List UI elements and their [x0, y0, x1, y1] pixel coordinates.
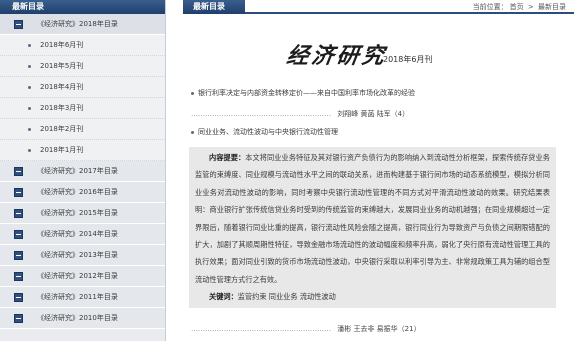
collapse-icon[interactable] [14, 229, 23, 239]
sidebar-month-item[interactable]: 2018年2月刊 [0, 119, 165, 140]
bullet-icon [191, 130, 194, 134]
sidebar-year-2012[interactable]: 《经济研究》2012年目录 [0, 266, 165, 287]
sidebar-month-item[interactable]: 2018年1月刊 [0, 140, 165, 161]
journal-logo: 经济研究 [284, 43, 389, 69]
main-title-tab: 最新目录 [183, 0, 245, 14]
bullet-icon [28, 85, 31, 89]
sidebar-year-label[interactable]: 《经济研究》2010年目录 [37, 313, 118, 323]
sidebar-year-2015[interactable]: 《经济研究》2015年目录 [0, 203, 165, 224]
article-title-link[interactable]: 银行利率决定与内部资金转移定价——来自中国利率市场化改革的经验 [198, 88, 415, 98]
article-byline-2: …………………………………………………… 潘彬 王去非 易振华（21） [191, 324, 565, 334]
bullet-icon [28, 64, 31, 68]
article-authors: 刘翔峰 黄菡 陆军（4） [337, 110, 410, 118]
article-item: 同业业务、流动性波动与中央银行流动性管理 [191, 127, 565, 137]
article-title-row[interactable]: 银行利率决定与内部资金转移定价——来自中国利率市场化改革的经验 [191, 88, 565, 98]
collapse-icon[interactable] [14, 166, 23, 176]
sidebar: 最新目录 《经济研究》2018年目录 2018年6月刊 2018年5月刊 201… [0, 0, 166, 341]
sidebar-month-item[interactable]: 2018年4月刊 [0, 77, 165, 98]
collapse-icon[interactable] [14, 19, 23, 29]
main-header: 最新目录 当前位置： 首页 > 最新目录 [183, 0, 574, 14]
month-label[interactable]: 2018年5月刊 [40, 56, 83, 77]
breadcrumb-separator: > [525, 3, 536, 11]
article-title-row[interactable]: 同业业务、流动性波动与中央银行流动性管理 [191, 127, 565, 137]
breadcrumb-current: 最新目录 [538, 3, 566, 11]
sidebar-year-label[interactable]: 《经济研究》2016年目录 [37, 187, 118, 197]
collapse-icon[interactable] [14, 208, 23, 218]
sidebar-year-label[interactable]: 《经济研究》2011年目录 [37, 292, 118, 302]
sidebar-year-2018[interactable]: 《经济研究》2018年目录 [0, 14, 165, 35]
article-abstract: 内容提要：本文将同业业务特征及其对银行资产负债行为的影响纳入到流动性分析框架，探… [189, 147, 556, 309]
article-byline: …………………………………………………… 潘彬 王去非 易振华（21） [191, 324, 565, 334]
collapse-icon[interactable] [14, 187, 23, 197]
month-list: 2018年6月刊 2018年5月刊 2018年4月刊 2018年3月刊 2018… [0, 35, 165, 161]
article-item: 银行利率决定与内部资金转移定价——来自中国利率市场化改革的经验 ……………………… [191, 88, 565, 119]
sidebar-title: 最新目录 [0, 0, 165, 14]
dotted-leader: …………………………………………………… [191, 110, 331, 118]
issue-label: 2018年6月刊 [383, 55, 433, 64]
sidebar-year-2017[interactable]: 《经济研究》2017年目录 [0, 161, 165, 182]
sidebar-year-2010[interactable]: 《经济研究》2010年目录 [0, 308, 165, 329]
month-label[interactable]: 2018年4月刊 [40, 77, 83, 98]
keywords-label: 关键词： [209, 292, 238, 302]
collapse-icon[interactable] [14, 250, 23, 260]
keywords-text: 监管约束 同业业务 流动性波动 [237, 292, 336, 302]
abstract-paragraph: 内容提要：本文将同业业务特征及其对银行资产负债行为的影响纳入到流动性分析框架，探… [195, 149, 550, 288]
main-content: 最新目录 当前位置： 首页 > 最新目录 经济研究 2018年6月刊 银行利率决定… [183, 0, 574, 341]
journal-header: 经济研究 2018年6月刊 [183, 14, 574, 69]
collapse-icon[interactable] [14, 313, 23, 323]
sidebar-year-label[interactable]: 《经济研究》2018年目录 [37, 19, 118, 29]
breadcrumb-home-link[interactable]: 首页 [510, 3, 524, 11]
month-label[interactable]: 2018年3月刊 [40, 98, 83, 119]
sidebar-year-label[interactable]: 《经济研究》2015年目录 [37, 208, 118, 218]
article-authors: 潘彬 王去非 易振华（21） [337, 325, 421, 333]
breadcrumb-prefix: 当前位置： [472, 3, 508, 11]
month-label[interactable]: 2018年6月刊 [40, 35, 83, 56]
sidebar-year-label[interactable]: 《经济研究》2013年目录 [37, 250, 118, 260]
bullet-icon [28, 106, 31, 110]
sidebar-year-2016[interactable]: 《经济研究》2016年目录 [0, 182, 165, 203]
article-byline: …………………………………………………… 刘翔峰 黄菡 陆军（4） [191, 109, 565, 119]
sidebar-year-2014[interactable]: 《经济研究》2014年目录 [0, 224, 165, 245]
bullet-icon [28, 43, 31, 47]
sidebar-year-label[interactable]: 《经济研究》2014年目录 [37, 229, 118, 239]
abstract-text: 本文将同业业务特征及其对银行资产负债行为的影响纳入到流动性分析框架，探索传统存贷… [195, 153, 550, 284]
keywords-row: 关键词：监管约束 同业业务 流动性波动 [195, 288, 550, 306]
sidebar-month-item[interactable]: 2018年6月刊 [0, 35, 165, 56]
month-label[interactable]: 2018年1月刊 [40, 140, 83, 161]
sidebar-year-2011[interactable]: 《经济研究》2011年目录 [0, 287, 165, 308]
sidebar-month-item[interactable]: 2018年3月刊 [0, 98, 165, 119]
sidebar-year-label[interactable]: 《经济研究》2017年目录 [37, 166, 118, 176]
sidebar-year-label[interactable]: 《经济研究》2012年目录 [37, 271, 118, 281]
article-title-link[interactable]: 同业业务、流动性波动与中央银行流动性管理 [198, 127, 338, 137]
sidebar-year-2013[interactable]: 《经济研究》2013年目录 [0, 245, 165, 266]
dotted-leader: …………………………………………………… [191, 325, 331, 333]
month-label[interactable]: 2018年2月刊 [40, 119, 83, 140]
breadcrumb: 当前位置： 首页 > 最新目录 [473, 2, 568, 12]
sidebar-month-item[interactable]: 2018年5月刊 [0, 56, 165, 77]
bullet-icon [28, 127, 31, 131]
collapse-icon[interactable] [14, 271, 23, 281]
bullet-icon [28, 148, 31, 152]
bullet-icon [191, 91, 194, 95]
abstract-label: 内容提要： [209, 153, 246, 162]
collapse-icon[interactable] [14, 292, 23, 302]
